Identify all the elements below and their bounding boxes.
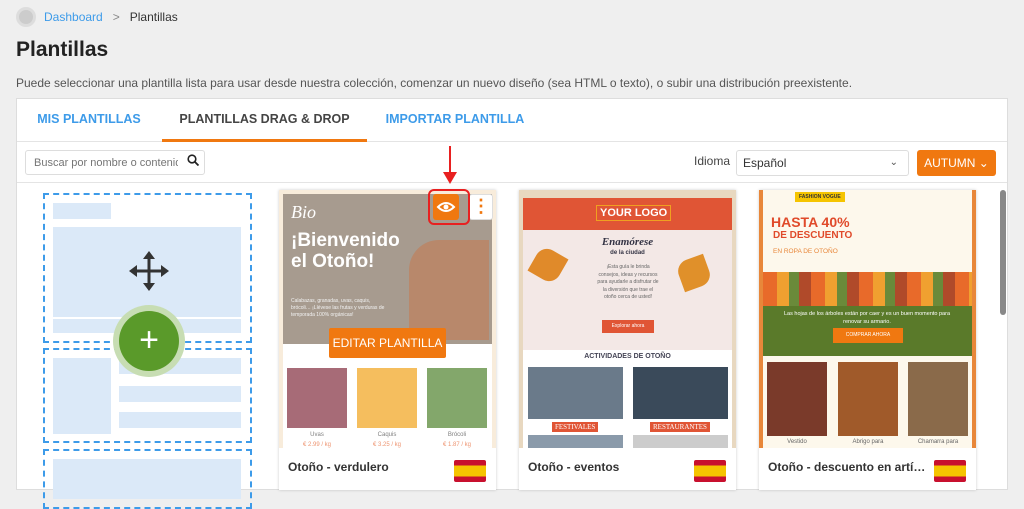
language-select[interactable]: Español ⌄ xyxy=(736,150,909,176)
thumb-body: ¡Esta guía le brinda consejos, ideas y r… xyxy=(597,264,659,300)
thumb-cta: Explorar ahora xyxy=(602,320,654,333)
template-thumbnail: FASHION VOGUE HASTA 40% DE DESCUENTO EN … xyxy=(759,190,976,448)
thumb-item: Vestido xyxy=(787,439,807,445)
template-card-footer: Otoño - verdulero xyxy=(279,448,496,490)
template-card-footer: Otoño - eventos xyxy=(519,448,736,490)
thumb-item: Abrigo para xyxy=(852,439,884,445)
breadcrumb-dashboard-link[interactable]: Dashboard xyxy=(44,10,103,24)
plus-icon: + xyxy=(119,311,179,371)
more-vertical-icon: ⋮ xyxy=(472,196,490,216)
page-title: Plantillas xyxy=(16,38,109,61)
scrollbar[interactable] xyxy=(1000,190,1006,315)
search-input[interactable] xyxy=(25,150,205,175)
edit-template-button[interactable]: EDITAR PLANTILLA xyxy=(329,328,446,358)
chevron-down-icon: ⌄ xyxy=(978,156,989,170)
thumb-section: ACTIVIDADES DE OTOÑO xyxy=(584,353,671,360)
template-card-footer: Otoño - descuento en artículos ... xyxy=(759,448,976,490)
add-template-button[interactable]: + xyxy=(113,305,185,377)
spain-flag-icon xyxy=(694,460,726,482)
breadcrumb-separator: > xyxy=(112,10,120,24)
template-name: Otoño - eventos xyxy=(528,460,620,474)
spain-flag-icon xyxy=(454,460,486,482)
breadcrumb-current: Plantillas xyxy=(129,10,178,24)
chevron-down-icon: ⌄ xyxy=(889,157,898,168)
thumb-body: Las hojas de los árboles están por caer … xyxy=(783,311,951,325)
thumb-item: RESTAURANTES xyxy=(650,422,710,432)
spain-flag-icon xyxy=(934,460,966,482)
arrow-head-icon xyxy=(443,172,457,184)
thumb-cta: COMPRAR AHORA xyxy=(833,328,903,343)
breadcrumb: Dashboard > Plantillas xyxy=(16,7,178,27)
language-value: Español xyxy=(743,156,787,170)
category-dropdown-button[interactable]: AUTUMN ⌄ xyxy=(917,150,996,176)
tab-plantillas-drag-drop[interactable]: PLANTILLAS DRAG & DROP xyxy=(162,99,367,142)
thumb-item: FESTIVALES xyxy=(552,422,599,432)
category-label: AUTUMN xyxy=(924,156,976,170)
home-icon[interactable] xyxy=(16,7,36,27)
tab-bar: MIS PLANTILLAS PLANTILLAS DRAG & DROP IM… xyxy=(17,99,1007,142)
move-icon xyxy=(129,251,169,291)
thumb-logo: YOUR LOGO xyxy=(596,205,672,221)
tab-importar-plantilla[interactable]: IMPORTAR PLANTILLA xyxy=(375,99,535,142)
highlight-box xyxy=(428,189,470,225)
new-blank-template[interactable]: + xyxy=(43,193,252,509)
template-thumbnail: YOUR LOGO Enamórese de la ciudad ¡Esta g… xyxy=(519,190,736,448)
search-icon[interactable] xyxy=(187,154,199,166)
template-card[interactable]: YOUR LOGO Enamórese de la ciudad ¡Esta g… xyxy=(519,190,736,490)
template-card[interactable]: FASHION VOGUE HASTA 40% DE DESCUENTO EN … xyxy=(759,190,976,490)
language-label: Idioma xyxy=(694,154,731,168)
page-description: Puede seleccionar una plantilla lista pa… xyxy=(16,76,853,90)
thumb-logo: FASHION VOGUE xyxy=(795,192,845,202)
template-name: Otoño - descuento en artículos ... xyxy=(768,460,928,474)
template-thumbnail: Bio ¡Bienvenido el Otoño! Calabazas, gra… xyxy=(279,190,496,448)
toolbar: Idioma Español ⌄ AUTUMN ⌄ xyxy=(17,142,1007,183)
thumb-headline: HASTA 40% xyxy=(771,214,850,230)
layout-block xyxy=(43,449,252,509)
thumb-item: Chamarra para xyxy=(917,439,959,445)
more-options-button[interactable]: ⋮ xyxy=(469,194,493,220)
tab-mis-plantillas[interactable]: MIS PLANTILLAS xyxy=(17,99,161,142)
thumb-headline: DE DESCUENTO xyxy=(773,230,853,241)
template-name: Otoño - verdulero xyxy=(288,460,389,474)
thumb-subheadline: EN ROPA DE OTOÑO xyxy=(773,248,838,255)
thumb-headline: Enamórese xyxy=(601,236,654,248)
